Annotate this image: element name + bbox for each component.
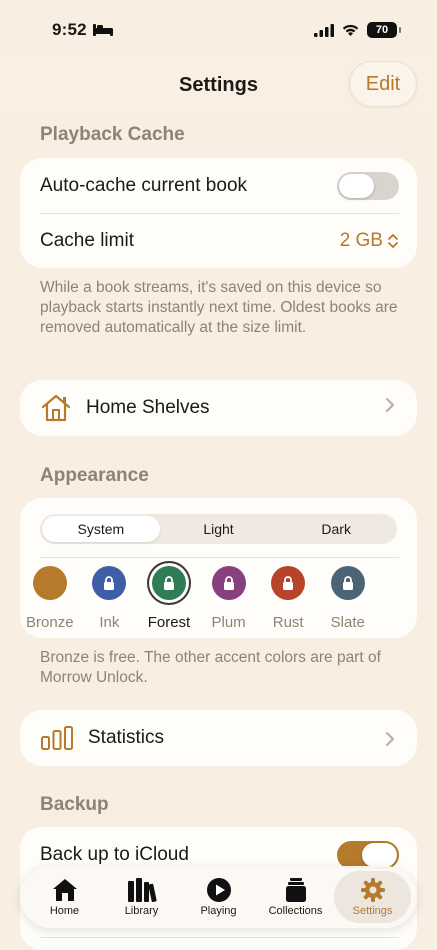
segment-system[interactable]: System: [42, 516, 160, 542]
divider: [40, 937, 399, 938]
wifi-icon: [342, 24, 359, 36]
accent-label: Plum: [211, 614, 246, 631]
divider: [40, 213, 399, 214]
chevron-right-icon: [385, 396, 395, 419]
accent-label: Slate: [330, 614, 365, 631]
icloud-backup-row[interactable]: Back up to iCloud: [40, 841, 399, 869]
cache-limit-picker[interactable]: 2 GB: [340, 230, 399, 252]
tab-label: Settings: [352, 904, 393, 917]
auto-cache-label: Auto-cache current book: [40, 175, 248, 196]
chevron-up-down-icon: [388, 234, 398, 248]
accent-swatch-bronze[interactable]: Bronze: [20, 566, 80, 631]
appearance-card: System Light Dark Bronze Ink Forest Plum: [20, 498, 417, 638]
playback-cache-footnote: While a book streams, it's saved on this…: [40, 279, 398, 336]
bar-chart-icon: [41, 726, 73, 750]
accent-swatch-ink[interactable]: Ink: [80, 566, 140, 631]
tab-settings[interactable]: Settings: [334, 871, 411, 923]
tab-label: Playing: [200, 904, 237, 917]
auto-cache-toggle[interactable]: [337, 172, 399, 200]
chevron-right-icon: [385, 730, 395, 753]
tab-label: Collections: [268, 904, 323, 917]
status-time: 9:52: [52, 20, 87, 39]
accent-dot-slate: [330, 566, 365, 600]
accent-color-swatches: Bronze Ink Forest Plum Rust Slate: [20, 566, 417, 631]
icloud-backup-toggle[interactable]: [337, 841, 399, 869]
statistics-row[interactable]: Statistics: [20, 710, 417, 766]
accent-swatch-slate[interactable]: Slate: [318, 566, 378, 631]
sleep-bed-icon: [92, 24, 113, 36]
divider: [40, 557, 399, 558]
accent-label: Forest: [147, 614, 191, 631]
edit-button[interactable]: Edit: [349, 61, 417, 107]
cache-limit-row[interactable]: Cache limit 2 GB: [40, 227, 399, 255]
accent-dot-bronze: [32, 566, 67, 600]
lock-icon: [283, 576, 294, 590]
battery-level: 70: [375, 24, 389, 36]
segment-dark[interactable]: Dark: [277, 516, 395, 542]
accent-label: Bronze: [26, 614, 74, 631]
section-header-appearance: Appearance: [40, 465, 149, 486]
home-shelves-row[interactable]: Home Shelves: [20, 380, 417, 436]
accent-swatch-rust[interactable]: Rust: [258, 566, 318, 631]
gear-icon: [360, 877, 385, 902]
house-icon: [41, 394, 71, 422]
accent-dot-plum: [211, 566, 246, 600]
tab-label: Library: [124, 904, 159, 917]
icloud-backup-label: Back up to iCloud: [40, 844, 189, 865]
lock-icon: [223, 576, 234, 590]
accent-swatch-plum[interactable]: Plum: [199, 566, 259, 631]
status-bar: 9:52 70: [0, 0, 437, 60]
page-title: Settings: [179, 73, 258, 96]
auto-cache-row[interactable]: Auto-cache current book: [40, 172, 399, 200]
accent-swatch-forest[interactable]: Forest: [139, 566, 199, 631]
tab-bar: Home Library Playing Collections Setting…: [20, 866, 417, 928]
accent-dot-rust: [271, 566, 306, 600]
tab-library[interactable]: Library: [103, 871, 180, 923]
navigation-bar: Settings Edit: [0, 56, 437, 114]
cellular-signal-icon: [314, 23, 334, 37]
section-header-backup: Backup: [40, 794, 109, 815]
lock-icon: [163, 576, 174, 590]
section-header-playback-cache: Playback Cache: [40, 124, 185, 145]
cache-limit-label: Cache limit: [40, 230, 134, 251]
lock-icon: [104, 576, 115, 590]
tab-label: Home: [49, 904, 80, 917]
house-icon: [52, 878, 77, 901]
appearance-footnote: Bronze is free. The other accent colors …: [40, 649, 381, 686]
home-shelves-label: Home Shelves: [86, 397, 210, 418]
lock-icon: [342, 576, 353, 590]
books-icon: [127, 877, 157, 902]
play-circle-icon: [206, 877, 231, 902]
battery-indicator: 70: [367, 22, 401, 38]
tab-collections[interactable]: Collections: [257, 871, 334, 923]
accent-dot-ink: [92, 566, 127, 600]
appearance-mode-segmented-control[interactable]: System Light Dark: [40, 514, 397, 544]
accent-label: Ink: [99, 614, 120, 631]
playback-cache-card: Auto-cache current book Cache limit 2 GB: [20, 158, 417, 268]
cache-limit-value: 2 GB: [339, 230, 383, 251]
accent-label: Rust: [272, 614, 304, 631]
accent-dot-forest: [151, 566, 186, 600]
tab-home[interactable]: Home: [26, 871, 103, 923]
segment-light[interactable]: Light: [160, 516, 278, 542]
statistics-label: Statistics: [88, 727, 165, 748]
tab-playing[interactable]: Playing: [180, 871, 257, 923]
stack-icon: [285, 877, 306, 902]
